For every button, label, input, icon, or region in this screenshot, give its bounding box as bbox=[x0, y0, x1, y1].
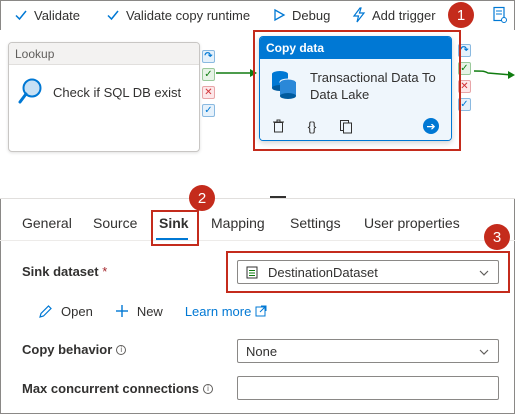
sink-tab-highlight bbox=[151, 210, 199, 246]
magnifier-icon bbox=[18, 78, 42, 104]
tab-general[interactable]: General bbox=[22, 215, 72, 231]
open-dataset-button[interactable]: Open bbox=[38, 304, 93, 319]
play-icon bbox=[274, 8, 286, 22]
info-icon[interactable]: i bbox=[116, 345, 127, 355]
copy-data-highlight bbox=[253, 30, 461, 151]
tab-source[interactable]: Source bbox=[93, 215, 137, 231]
max-concurrent-connections-input[interactable] bbox=[237, 376, 499, 400]
panel-splitter[interactable] bbox=[0, 198, 515, 199]
tab-mapping[interactable]: Mapping bbox=[211, 215, 265, 231]
copy-behavior-label: Copy behavior i bbox=[22, 342, 127, 357]
dataset-actions: Open New Learn more bbox=[38, 301, 267, 321]
debug-button[interactable]: Debug bbox=[272, 5, 330, 25]
max-concurrent-connections-label: Max concurrent connections i bbox=[22, 381, 213, 396]
checkmark-icon bbox=[107, 10, 119, 21]
learn-more-link[interactable]: Learn more bbox=[185, 304, 267, 319]
validate-button[interactable]: Validate bbox=[14, 5, 80, 25]
plus-icon bbox=[115, 305, 128, 317]
pencil-icon bbox=[39, 304, 52, 318]
activity-tabs: General Source Sink Mapping Settings Use… bbox=[0, 205, 515, 241]
required-mark: * bbox=[102, 264, 108, 279]
open-label: Open bbox=[61, 303, 93, 319]
completion-port-icon[interactable]: ✓ bbox=[202, 104, 215, 117]
validate-copy-runtime-label: Validate copy runtime bbox=[126, 7, 251, 23]
lookup-activity-label: Check if SQL DB exist bbox=[53, 84, 182, 100]
skip-port-icon[interactable]: ↷ bbox=[202, 50, 215, 63]
lookup-activity[interactable]: Lookup Check if SQL DB exist bbox=[8, 42, 200, 152]
new-label: New bbox=[136, 303, 163, 319]
validate-copy-runtime-button[interactable]: Validate copy runtime bbox=[106, 5, 250, 25]
checkmark-icon bbox=[15, 10, 27, 21]
lookup-activity-header: Lookup bbox=[9, 43, 199, 65]
learn-more-label: Learn more bbox=[184, 303, 252, 319]
failure-port-icon[interactable]: ✕ bbox=[202, 86, 215, 99]
sink-dataset-highlight bbox=[226, 251, 510, 293]
pipeline-toolbar: Validate Validate copy runtime Debug Add… bbox=[0, 0, 515, 30]
callout-badge-3: 3 bbox=[484, 224, 510, 250]
add-trigger-label: Add trigger bbox=[372, 7, 436, 23]
callout-badge-1: 1 bbox=[448, 2, 474, 28]
lightning-icon bbox=[352, 7, 366, 23]
tab-settings[interactable]: Settings bbox=[290, 215, 341, 231]
success-port-icon[interactable]: ✓ bbox=[202, 68, 215, 81]
splitter-handle[interactable] bbox=[270, 196, 286, 198]
external-link-icon bbox=[255, 305, 267, 317]
chevron-down-icon bbox=[479, 349, 489, 355]
sink-dataset-label: Sink dataset * bbox=[22, 264, 108, 279]
callout-badge-2: 2 bbox=[189, 185, 215, 211]
validate-label: Validate bbox=[34, 7, 81, 23]
lookup-output-ports: ↷ ✓ ✕ ✓ bbox=[202, 50, 216, 122]
debug-label: Debug bbox=[292, 7, 331, 23]
properties-panel-icon[interactable] bbox=[492, 6, 508, 24]
tab-user-properties[interactable]: User properties bbox=[364, 215, 460, 231]
copy-behavior-value: None bbox=[246, 343, 278, 359]
info-icon[interactable]: i bbox=[202, 384, 213, 394]
copy-behavior-dropdown[interactable]: None bbox=[237, 339, 499, 363]
new-dataset-button[interactable]: New bbox=[115, 304, 163, 319]
add-trigger-button[interactable]: Add trigger bbox=[352, 5, 436, 25]
